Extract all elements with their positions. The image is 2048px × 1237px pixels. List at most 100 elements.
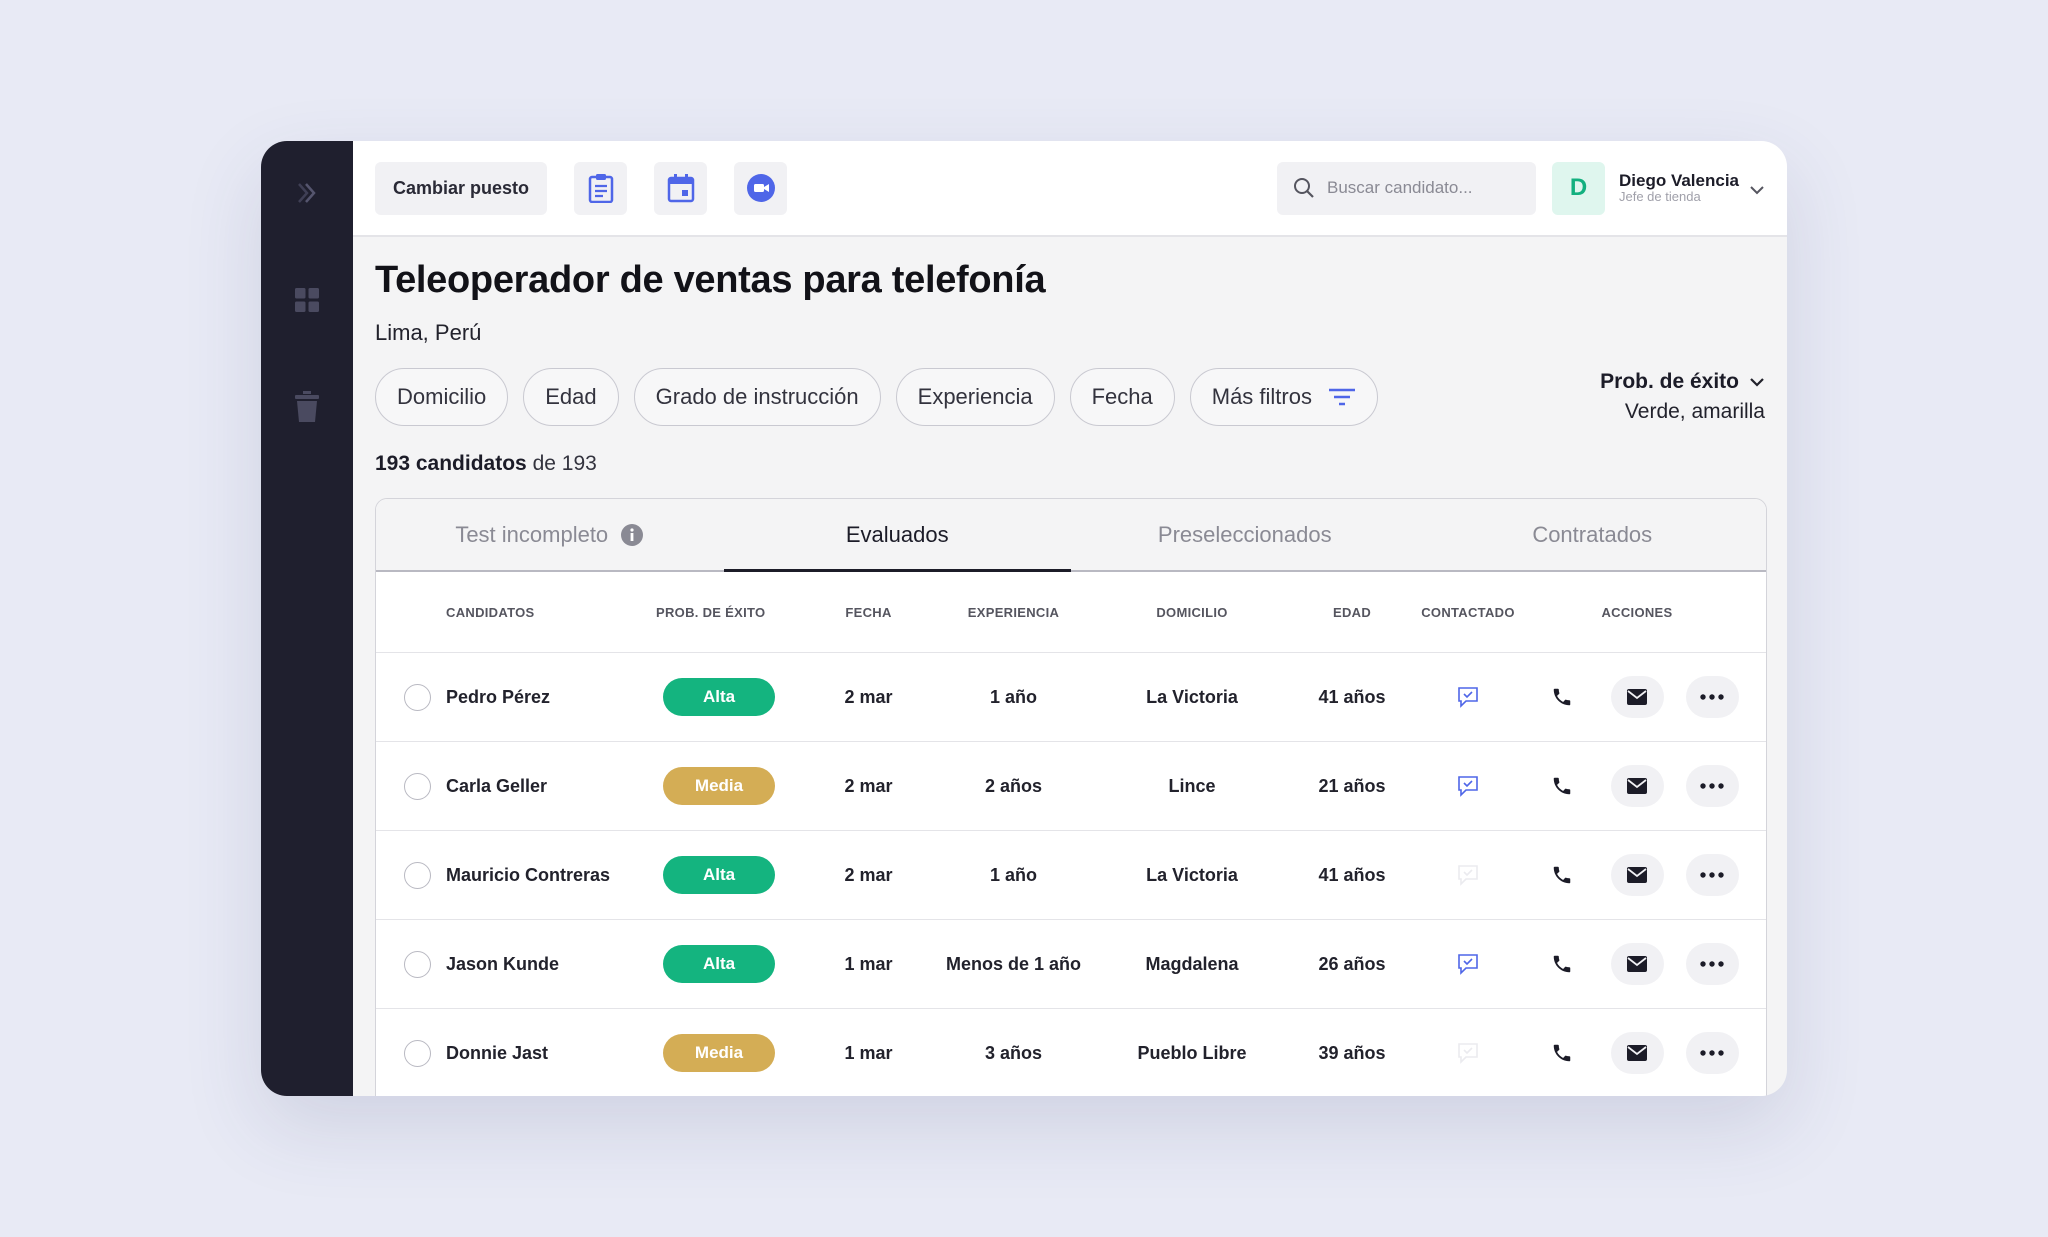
row-actions [1524,765,1750,807]
filter-edad[interactable]: Edad [523,368,619,426]
row-select-radio[interactable] [404,950,431,978]
dashboard-button[interactable] [283,276,331,324]
user-name: Diego Valencia [1619,170,1739,190]
call-button[interactable] [1535,765,1589,807]
mail-icon [1627,956,1647,972]
double-chevron-right-icon [298,183,316,203]
row-date: 1 mar [844,953,893,974]
row-age: 41 años [1318,864,1386,885]
chat-check-icon [1458,954,1478,975]
more-options-button[interactable] [1685,854,1739,896]
contacted-status [1412,864,1524,886]
tab-evaluados[interactable]: Evaluados [723,499,1072,572]
table-row: Jason Kunde Alta 1 mar Menos de 1 año Ma… [376,920,1766,1009]
row-select-radio[interactable] [404,861,431,889]
video-call-button[interactable] [734,161,788,215]
ellipsis-icon [1700,694,1724,700]
prob-filter-value: Verde, amarilla [1624,400,1765,423]
phone-icon [1553,777,1571,795]
row-age: 41 años [1318,686,1386,707]
contacted-status [1412,953,1524,975]
candidate-name[interactable]: Mauricio Contreras [446,865,656,886]
filter-label: Fecha [1091,384,1153,409]
clipboard-icon [588,174,613,203]
call-button[interactable] [1535,676,1589,718]
filter-domicilio[interactable]: Domicilio [375,368,509,426]
prob-badge: Alta [663,945,775,983]
filter-label: Más filtros [1211,384,1312,409]
filter-grado[interactable]: Grado de instrucción [633,368,881,426]
candidate-name[interactable]: Jason Kunde [446,954,656,975]
prob-filter-label: Prob. de éxito [1600,370,1765,394]
more-options-button[interactable] [1685,1032,1739,1074]
filter-fecha[interactable]: Fecha [1069,368,1175,426]
call-button[interactable] [1535,943,1589,985]
prob-filter[interactable]: Prob. de éxito Verde, amarilla [1600,370,1765,424]
row-date: 2 mar [844,775,893,796]
row-date: 2 mar [844,686,893,707]
candidate-name[interactable]: Carla Geller [446,776,656,797]
call-button[interactable] [1535,1032,1589,1074]
calendar-button[interactable] [654,161,708,215]
more-options-button[interactable] [1685,676,1739,718]
row-select-radio[interactable] [404,683,431,711]
row-select-radio[interactable] [404,1039,431,1067]
calendar-icon [667,174,694,203]
ellipsis-icon [1700,783,1724,789]
more-options-button[interactable] [1685,943,1739,985]
search-input[interactable] [1327,178,1517,198]
trash-button[interactable] [283,383,331,431]
more-filters-button[interactable]: Más filtros [1189,368,1378,426]
phone-icon [1553,688,1571,706]
contacted-status [1412,775,1524,797]
tab-test-incompleto[interactable]: Test incompleto [376,499,724,570]
email-button[interactable] [1610,943,1664,985]
candidate-name[interactable]: Donnie Jast [446,1043,656,1064]
candidate-count: 193 candidatos de 193 [375,452,1767,476]
change-position-button[interactable]: Cambiar puesto [375,161,548,215]
table-row: Carla Geller Media 2 mar 2 años Lince 21… [376,742,1766,831]
row-experience: 3 años [984,1042,1043,1063]
table-row: Pedro Pérez Alta 2 mar 1 año La Victoria… [376,653,1766,742]
candidate-name[interactable]: Pedro Pérez [446,687,656,708]
phone-icon [1553,866,1571,884]
search-icon [1294,178,1314,198]
email-button[interactable] [1610,1032,1664,1074]
filter-label: Edad [545,384,597,409]
trash-icon [295,391,319,422]
search-box [1277,161,1536,215]
tab-contratados[interactable]: Contratados [1419,499,1767,570]
filter-label: Grado de instrucción [655,384,859,409]
mail-icon [1627,1045,1647,1061]
row-date: 1 mar [844,1042,893,1063]
row-select-radio[interactable] [404,772,431,800]
tab-bar: Test incompleto Evaluados Preseleccionad… [376,499,1766,572]
content: Teleoperador de ventas para telefonía Li… [353,237,1787,1096]
video-icon [746,174,775,202]
page-title: Teleoperador de ventas para telefonía [375,259,1046,301]
more-options-button[interactable] [1685,765,1739,807]
filter-label: Experiencia [917,384,1033,409]
row-date: 2 mar [844,864,893,885]
email-button[interactable] [1610,765,1664,807]
clipboard-button[interactable] [574,161,628,215]
prob-badge: Media [663,767,775,805]
user-menu[interactable]: D Diego Valencia Jefe de tienda [1552,161,1765,215]
prob-badge: Media [663,1034,775,1072]
email-button[interactable] [1610,676,1664,718]
mail-icon [1627,778,1647,794]
call-button[interactable] [1535,854,1589,896]
tab-preseleccionados[interactable]: Preseleccionados [1071,499,1419,570]
mail-icon [1627,867,1647,883]
row-experience: Menos de 1 año [945,953,1082,974]
sidebar [261,141,353,1096]
chevron-down-icon [1750,186,1764,195]
info-icon[interactable] [620,523,644,547]
table-header: CANDIDATOS PROB. DE ÉXITO FECHA EXPERIEN… [376,572,1766,653]
email-button[interactable] [1610,854,1664,896]
table-row: Donnie Jast Media 1 mar 3 años Pueblo Li… [376,1009,1766,1096]
top-bar: Cambiar puesto Buscar candidato... D Die… [353,141,1787,237]
row-age: 26 años [1318,953,1386,974]
filter-experiencia[interactable]: Experiencia [895,368,1055,426]
expand-sidebar-button[interactable] [283,169,331,217]
